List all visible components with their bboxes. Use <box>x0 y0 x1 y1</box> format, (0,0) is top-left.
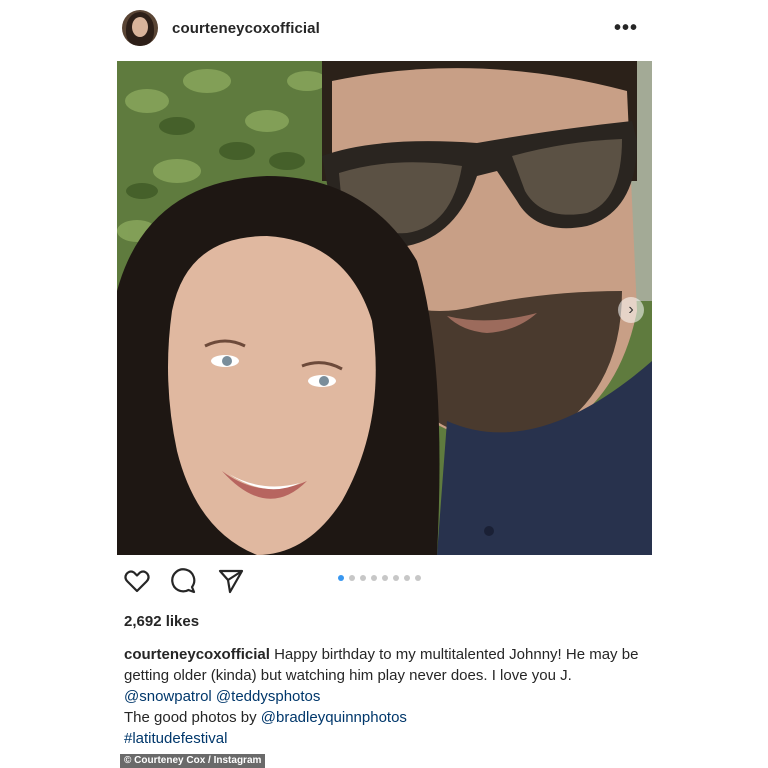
caption-credit-prefix: The good photos by <box>124 709 261 726</box>
send-icon[interactable] <box>216 566 246 596</box>
photo-illustration <box>117 61 652 555</box>
caption-credit-handle[interactable]: @bradleyquinnphotos <box>261 709 407 726</box>
carousel-dot <box>360 575 366 581</box>
carousel-dot <box>404 575 410 581</box>
carousel-dot <box>338 575 344 581</box>
photo-credit-watermark: © Courteney Cox / Instagram <box>120 754 266 768</box>
next-photo-arrow-icon[interactable]: › <box>618 297 644 323</box>
post-photo[interactable]: › <box>117 61 652 555</box>
post-header: courteneycoxofficial ••• <box>122 8 652 48</box>
carousel-dot <box>393 575 399 581</box>
caption-username[interactable]: courteneycoxofficial <box>124 646 270 663</box>
post-actions <box>122 566 652 596</box>
carousel-dot <box>371 575 377 581</box>
carousel-dot <box>382 575 388 581</box>
comment-icon[interactable] <box>168 566 198 596</box>
carousel-dot <box>349 575 355 581</box>
likes-count[interactable]: 2,692 likes <box>124 613 199 630</box>
carousel-dot <box>415 575 421 581</box>
avatar[interactable] <box>122 10 158 46</box>
more-horizontal-icon[interactable]: ••• <box>614 18 638 38</box>
caption-mentions[interactable]: @snowpatrol @teddysphotos <box>124 686 644 707</box>
caption: courteneycoxofficial Happy birthday to m… <box>124 644 644 749</box>
heart-icon[interactable] <box>122 566 152 596</box>
username[interactable]: courteneycoxofficial <box>172 20 320 37</box>
caption-hashtag[interactable]: #latitudefestival <box>124 728 644 749</box>
carousel-indicator <box>338 575 421 581</box>
